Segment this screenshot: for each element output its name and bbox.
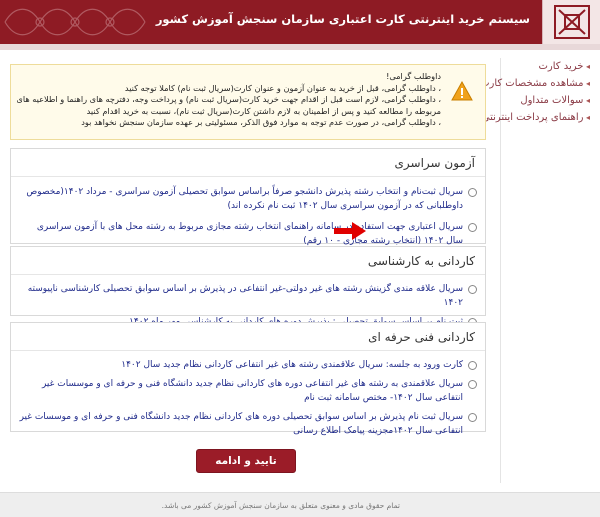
- site-header: سیستم خرید اینترنتی کارت اعتباری سازمان …: [0, 0, 600, 44]
- header-title: سیستم خرید اینترنتی کارت اعتباری سازمان …: [155, 12, 530, 26]
- option-radio[interactable]: [468, 413, 477, 422]
- sidebar-item-faq[interactable]: سوالات متداول: [501, 92, 596, 109]
- notice-line: ، داوطلب گرامی، لازم است قبل از اقدام جه…: [17, 94, 441, 104]
- logo-emblem-icon: [554, 5, 590, 39]
- sanjesh-logo: [542, 0, 600, 44]
- page-footer: تمام حقوق مادی و معنوی متعلق به سازمان س…: [0, 492, 600, 517]
- option-radio[interactable]: [468, 223, 477, 232]
- option-item[interactable]: کارت ورود به جلسه: سریال علاقمندی رشته ه…: [11, 358, 485, 372]
- section-title: کاردانی به کارشناسی: [11, 247, 485, 275]
- red-arrow-icon: [334, 222, 366, 240]
- option-item[interactable]: سریال علاقه مندی گزینش رشته های غیر دولت…: [11, 282, 485, 310]
- option-label[interactable]: سریال اعتباری جهت استفاده در سامانه راهن…: [37, 222, 463, 246]
- notice-line: مربوطه را مطالعه کنید و پس از اطمینان به…: [86, 105, 441, 116]
- option-label[interactable]: سریال ثبت نام پذیرش بر اساس سوابق تحصیلی…: [20, 412, 463, 436]
- header-ornament-icon: [4, 8, 146, 36]
- option-label[interactable]: سریال علاقمندی به رشته های غیر انتفاعی د…: [42, 379, 463, 403]
- option-label[interactable]: سریال علاقه مندی گزینش رشته های غیر دولت…: [28, 284, 463, 308]
- option-radio[interactable]: [468, 361, 477, 370]
- submit-area: تایید و ادامه: [0, 449, 492, 473]
- footer-copyright: تمام حقوق مادی و معنوی متعلق به سازمان س…: [161, 501, 400, 510]
- section-kardani-be-karshenasi: کاردانی به کارشناسی سریال علاقه مندی گزی…: [10, 246, 486, 327]
- option-item[interactable]: سریال علاقمندی به رشته های غیر انتفاعی د…: [11, 377, 485, 405]
- option-radio[interactable]: [468, 188, 477, 197]
- notice-line: ، داوطلب گرامی، در صورت عدم توجه به موار…: [81, 117, 441, 127]
- sidebar-item-buy-card[interactable]: خرید کارت: [501, 58, 596, 75]
- section-title: آزمون سراسری: [11, 149, 485, 177]
- section-kardani-fani-herfei: کاردانی فنی حرفه ای کارت ورود به جلسه: س…: [10, 322, 486, 436]
- option-item[interactable]: سریال ثبت نام پذیرش بر اساس سوابق تحصیلی…: [11, 410, 485, 438]
- sidebar-menu: خرید کارت مشاهده مشخصات کارت سوالات متدا…: [480, 58, 596, 483]
- section-title: کاردانی فنی حرفه ای: [11, 323, 485, 351]
- section-sarasari: آزمون سراسری سریال ثبت‌نام و انتخاب رشته…: [10, 148, 486, 246]
- warning-icon: [451, 81, 473, 101]
- sidebar-item-view-card[interactable]: مشاهده مشخصات کارت: [480, 75, 596, 92]
- option-item[interactable]: سریال ثبت‌نام و انتخاب رشته پذیرش دانشجو…: [11, 185, 485, 213]
- option-radio[interactable]: [468, 285, 477, 294]
- option-label[interactable]: سریال ثبت‌نام و انتخاب رشته پذیرش دانشجو…: [26, 187, 463, 211]
- option-radio[interactable]: [468, 380, 477, 389]
- option-item[interactable]: سریال اعتباری جهت استفاده در سامانه راهن…: [11, 220, 485, 248]
- notice-line: داوطلب گرامی!: [386, 71, 441, 81]
- notice-line: ، داوطلب گرامی، قبل از خرید به عنوان آزم…: [124, 82, 441, 93]
- warning-notice: داوطلب گرامی! ، داوطلب گرامی، قبل از خری…: [10, 64, 486, 140]
- confirm-continue-button[interactable]: تایید و ادامه: [196, 449, 296, 473]
- header-strip: [0, 44, 600, 50]
- sidebar-item-payment-guide[interactable]: راهنمای پرداخت اینترنتی: [482, 109, 596, 126]
- option-label[interactable]: کارت ورود به جلسه: سریال علاقمندی رشته ه…: [121, 360, 463, 370]
